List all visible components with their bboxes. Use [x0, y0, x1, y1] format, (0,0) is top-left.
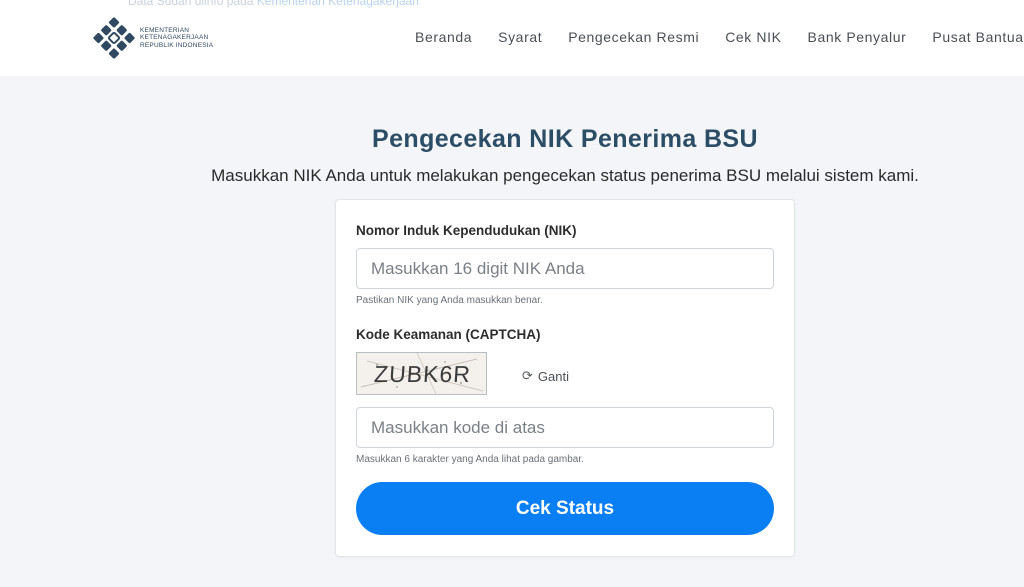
nav-link-beranda[interactable]: Beranda [415, 29, 472, 45]
nik-label: Nomor Induk Kependudukan (NIK) [356, 223, 577, 238]
logo-wordmark: KEMENTERIAN KETENAGAKERJAAN REPUBLIK IND… [140, 27, 213, 50]
captcha-code: ZUBK6R [373, 361, 472, 387]
nik-input[interactable] [356, 248, 774, 289]
nav-link-bank-penyalur[interactable]: Bank Penyalur [808, 29, 907, 45]
main-nav: Beranda Syarat Pengecekan Resmi Cek NIK … [415, 29, 1024, 45]
faded-notice-text: Data Sudah diinfo pada [128, 0, 254, 8]
faded-notice-link[interactable]: Kementerian Ketenagakerjaan [257, 0, 419, 8]
captcha-refresh-label: Ganti [537, 368, 569, 384]
captcha-image: ZUBK6R [356, 352, 487, 395]
captcha-hint: Masukkan 6 karakter yang Anda lihat pada… [356, 454, 584, 465]
captcha-input[interactable] [356, 407, 774, 448]
logo-line-3: REPUBLIK INDONESIA [140, 41, 214, 49]
page-subtitle: Masukkan NIK Anda untuk melakukan pengec… [211, 166, 919, 185]
nav-link-syarat[interactable]: Syarat [498, 29, 542, 45]
nav-link-pusat-bantuan[interactable]: Pusat Bantuan [932, 29, 1024, 45]
top-navbar: Data Sudah diinfo pada Kementerian Keten… [0, 0, 1024, 76]
faded-notice: Data Sudah diinfo pada Kementerian Keten… [128, 0, 419, 8]
refresh-icon: ⟳ [522, 368, 533, 383]
site-logo[interactable]: KEMENTERIAN KETENAGAKERJAAN REPUBLIK IND… [92, 16, 213, 60]
nav-link-pengecekan-resmi[interactable]: Pengecekan Resmi [568, 29, 699, 45]
nik-check-form: Nomor Induk Kependudukan (NIK) Pastikan … [335, 199, 795, 557]
logo-line-1: KEMENTERIAN [140, 26, 190, 34]
captcha-refresh-button[interactable]: ⟳ Ganti [522, 368, 569, 384]
page-title: Pengecekan NIK Penerima BSU [372, 124, 758, 153]
nik-hint: Pastikan NIK yang Anda masukkan benar. [356, 295, 543, 306]
nav-link-cek-nik[interactable]: Cek NIK [725, 29, 781, 45]
logo-line-2: KETENAGAKERJAAN [140, 34, 209, 42]
captcha-label: Kode Keamanan (CAPTCHA) [356, 327, 541, 342]
check-status-button[interactable]: Cek Status [356, 482, 774, 535]
kemnaker-logo-icon [93, 17, 135, 59]
